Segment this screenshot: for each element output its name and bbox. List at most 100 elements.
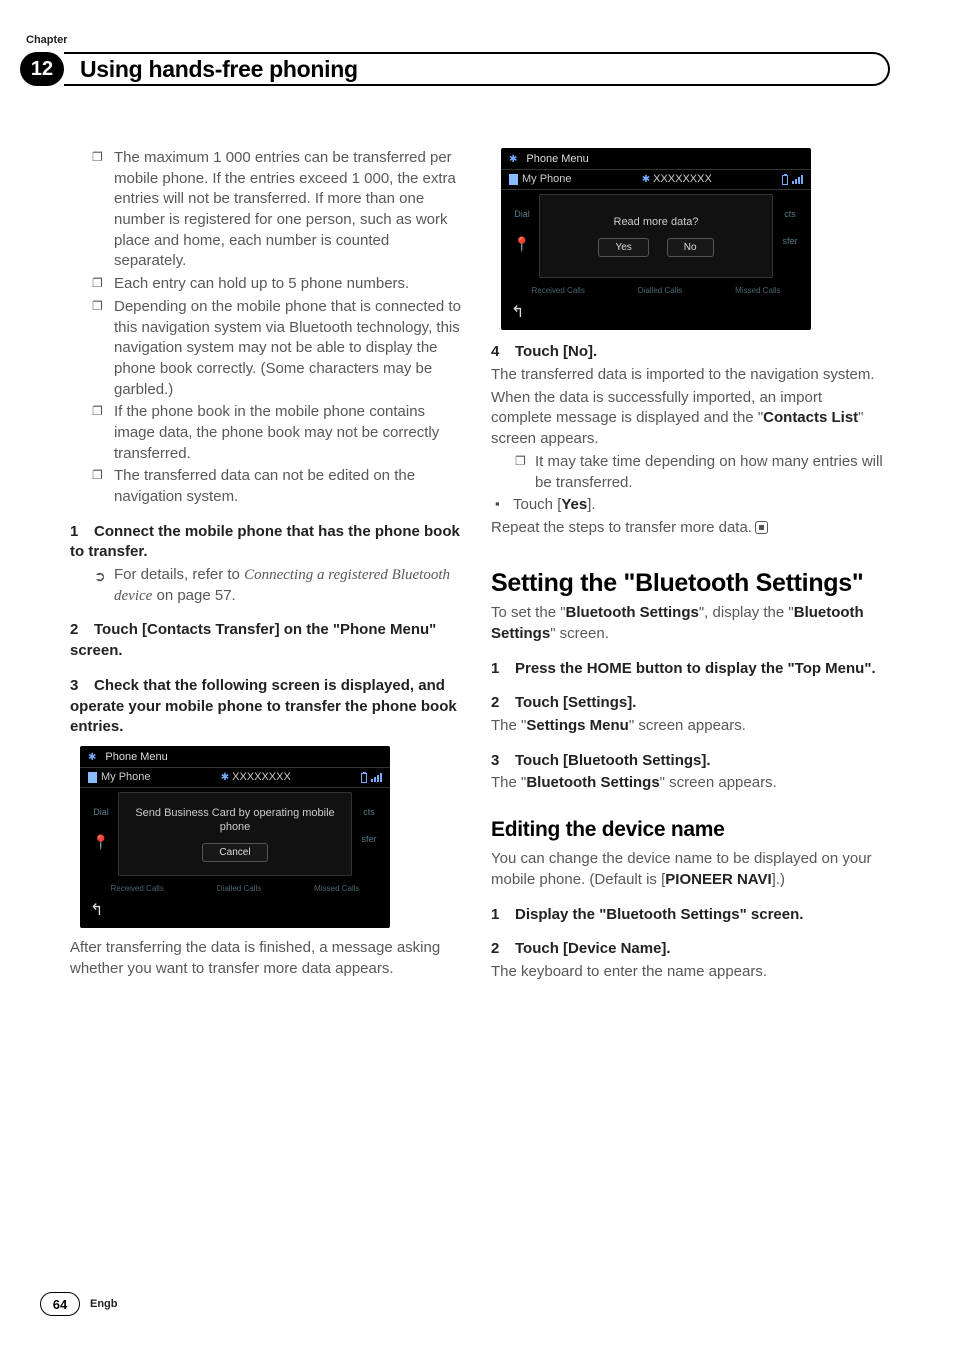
ss-tab-partial: cts <box>773 208 807 220</box>
step-num: 1 <box>491 905 515 926</box>
step-heading: 3Touch [Bluetooth Settings]. <box>491 751 884 772</box>
ss-device-row: My Phone ✱XXXXXXXX <box>501 169 811 190</box>
ss-body: Dial📍 ctssfer Read more data? Yes No Rec… <box>501 190 811 298</box>
chapter-title-bar: 12 Using hands-free phoning <box>20 48 890 92</box>
step-title: Touch [Settings]. <box>515 694 636 711</box>
bullet-item: Depending on the mobile phone that is co… <box>92 297 463 400</box>
chapter-label: Chapter <box>20 34 884 46</box>
step-2: 2Touch [Contacts Transfer] on the "Phone… <box>70 620 463 661</box>
ss-tab: Missed Calls <box>314 883 359 894</box>
sec2-step-1: 1Press the HOME button to display the "T… <box>491 659 884 680</box>
bluetooth-icon: ✱ <box>509 153 517 167</box>
step-heading: 1Press the HOME button to display the "T… <box>491 659 884 680</box>
step-title: Touch [No]. <box>515 343 597 360</box>
section-heading-editing-device-name: Editing the device name <box>491 816 884 845</box>
step-4: 4Touch [No]. The transferred data is imp… <box>491 342 884 538</box>
step-title: Connect the mobile phone that has the ph… <box>70 523 460 561</box>
ss-titlebar: ✱ Phone Menu <box>501 148 811 169</box>
bluetooth-icon: ✱ <box>88 751 96 765</box>
step-heading: 2Touch [Device Name]. <box>491 939 884 960</box>
step-title: Display the "Bluetooth Settings" screen. <box>515 906 803 923</box>
language-code: Engb <box>90 1298 118 1310</box>
ss-titlebar: ✱ Phone Menu <box>80 746 390 767</box>
step-num: 4 <box>491 342 515 363</box>
ss-device-id: XXXXXXXX <box>232 771 291 783</box>
note-item: It may take time depending on how many e… <box>515 452 884 493</box>
signal-icon <box>371 773 382 782</box>
ss-tab-dial: Dial <box>505 208 539 220</box>
yes-button[interactable]: Yes <box>598 238 648 258</box>
back-icon[interactable]: ↰ <box>501 298 811 324</box>
step-title: Check that the following screen is displ… <box>70 677 457 735</box>
step-num: 2 <box>491 939 515 960</box>
ss-bottom-tabs: Received Calls Dialled Calls Missed Call… <box>84 883 386 894</box>
signal-icon <box>792 175 803 184</box>
step-title: Touch [Contacts Transfer] on the "Phone … <box>70 621 436 659</box>
ss-bottom-tabs: Received Calls Dialled Calls Missed Call… <box>505 285 807 296</box>
back-icon[interactable]: ↰ <box>80 896 390 922</box>
ss-device-id: XXXXXXXX <box>653 173 712 185</box>
bullet-item: The maximum 1 000 entries can be transfe… <box>92 148 463 272</box>
content-columns: The maximum 1 000 entries can be transfe… <box>70 148 884 983</box>
ss-right-tabs: ctssfer <box>352 792 386 896</box>
ss-message: Send Business Card by operating mobile ph… <box>135 806 334 835</box>
ss-tab-dial: Dial <box>84 806 118 818</box>
bullet-item: If the phone book in the mobile phone co… <box>92 402 463 464</box>
chapter-title: Using hands-free phoning <box>80 56 358 83</box>
reference-item: For details, refer to Connecting a regis… <box>94 565 463 606</box>
battery-icon <box>361 773 367 783</box>
ss-msg-line: phone <box>220 821 251 833</box>
ss-right-tabs: ctssfer <box>773 194 807 298</box>
sec3-step-2: 2Touch [Device Name]. The keyboard to en… <box>491 939 884 982</box>
ss-device-label: My Phone <box>522 172 572 187</box>
step-text: The "Bluetooth Settings" screen appears. <box>491 773 884 794</box>
ss-tab: Received Calls <box>110 883 163 894</box>
marker-icon: 📍 <box>84 833 118 852</box>
phone-icon <box>88 772 97 783</box>
step-heading: 1Connect the mobile phone that has the p… <box>70 522 463 563</box>
ss-device-label: My Phone <box>101 770 151 785</box>
ss-left-tabs: Dial📍 <box>505 194 539 298</box>
ss-title: Phone Menu <box>526 152 588 167</box>
ss-tab: Dialled Calls <box>638 285 682 296</box>
after-transfer-text: After transferring the data is finished,… <box>70 938 463 979</box>
page-number: 64 <box>40 1292 80 1316</box>
ss-msg-line: Send Business Card by operating mobile <box>135 807 334 819</box>
no-button[interactable]: No <box>667 238 714 258</box>
step-title: Touch [Bluetooth Settings]. <box>515 752 711 769</box>
ss-dialog: Send Business Card by operating mobile ph… <box>118 792 352 876</box>
action-item: Touch [Yes]. <box>493 495 884 516</box>
cancel-button[interactable]: Cancel <box>202 843 267 863</box>
ss-tab: Dialled Calls <box>217 883 261 894</box>
ss-message: Read more data? <box>614 215 699 229</box>
step-heading: 1Display the "Bluetooth Settings" screen… <box>491 905 884 926</box>
ref-suffix: on page 57. <box>152 587 235 604</box>
phone-icon <box>509 174 518 185</box>
battery-icon <box>782 175 788 185</box>
step-num: 3 <box>70 676 94 697</box>
section-heading-bluetooth-settings: Setting the "Bluetooth Settings" <box>491 569 884 598</box>
ss-device-row: My Phone ✱XXXXXXXX <box>80 767 390 788</box>
step-text: When the data is successfully imported, … <box>491 388 884 450</box>
ss-dialog: Read more data? Yes No <box>539 194 773 278</box>
step-num: 1 <box>491 659 515 680</box>
step-title: Press the HOME button to display the "To… <box>515 660 876 677</box>
step-text: The keyboard to enter the name appears. <box>491 962 884 983</box>
reference-list: For details, refer to Connecting a regis… <box>70 565 463 606</box>
bluetooth-icon: ✱ <box>221 772 229 783</box>
ss-body: Dial 📍 ctssfer Send Business Card by oper… <box>80 788 390 896</box>
step-heading: 2Touch [Settings]. <box>491 693 884 714</box>
step-1: 1Connect the mobile phone that has the p… <box>70 522 463 607</box>
ss-title: Phone Menu <box>105 750 167 765</box>
bluetooth-icon: ✱ <box>642 174 650 185</box>
ss-tab-partial: sfer <box>352 833 386 845</box>
note-list: It may take time depending on how many e… <box>491 452 884 493</box>
repeat-text: Repeat the steps to transfer more data. <box>491 518 884 539</box>
action-list: Touch [Yes]. <box>491 495 884 516</box>
chapter-number-pill: 12 <box>20 52 64 86</box>
info-bullets: The maximum 1 000 entries can be transfe… <box>70 148 463 508</box>
bullet-item: The transferred data can not be edited o… <box>92 466 463 507</box>
step-num: 2 <box>70 620 94 641</box>
step-num: 3 <box>491 751 515 772</box>
sec3-step-1: 1Display the "Bluetooth Settings" screen… <box>491 905 884 926</box>
